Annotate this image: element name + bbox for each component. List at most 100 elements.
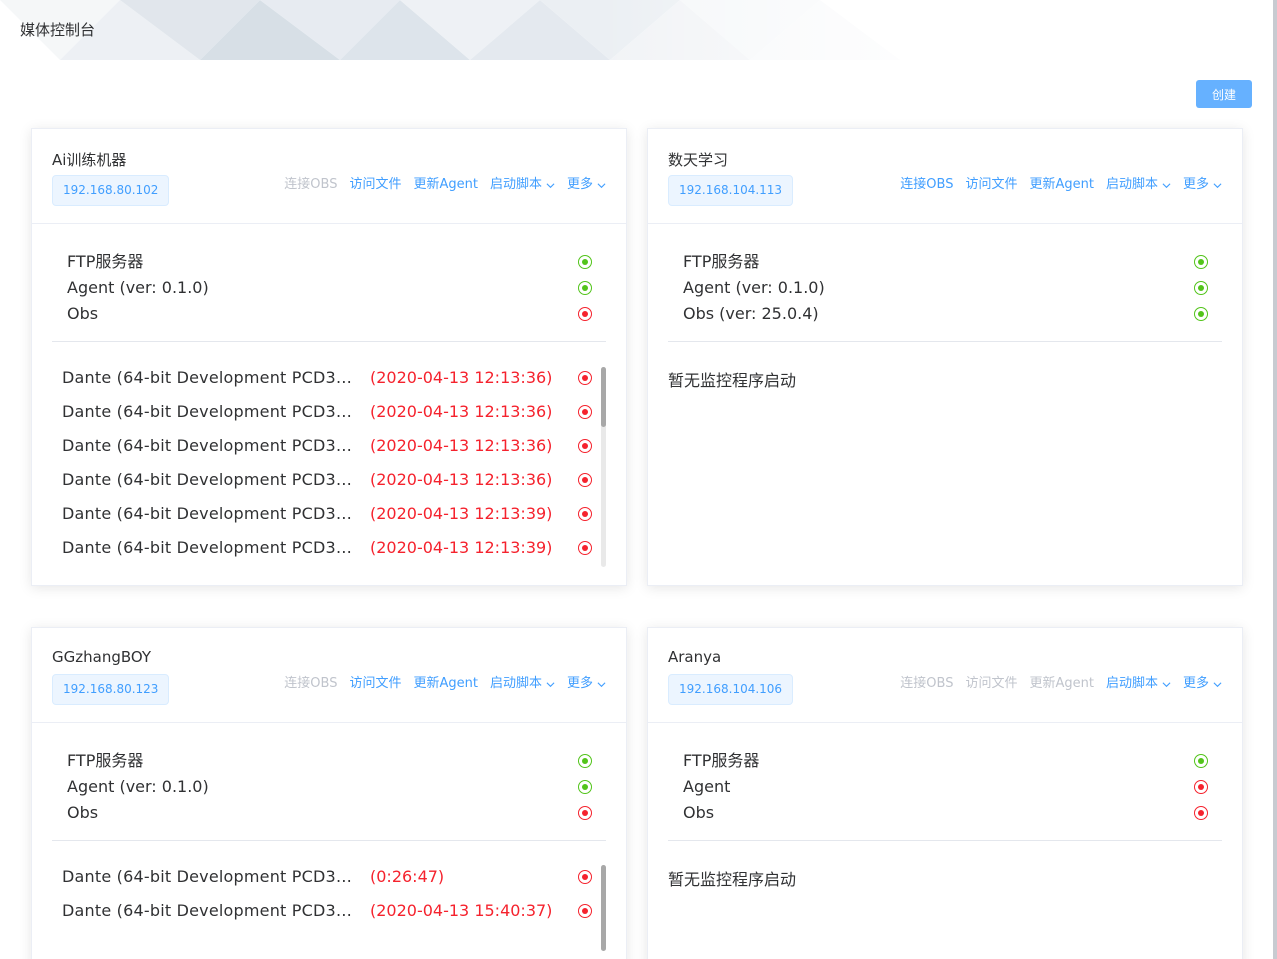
action-label: 更多 bbox=[1182, 676, 1209, 691]
process-time: (2020-04-13 12:13:39) bbox=[370, 538, 553, 557]
service-label: Agent (ver: 0.1.0) bbox=[683, 278, 825, 297]
action-link[interactable]: 访问文件 bbox=[965, 675, 1017, 693]
action-dropdown[interactable]: 启动脚本 bbox=[490, 675, 555, 693]
status-indicator-icon bbox=[578, 754, 592, 768]
process-row: Dante (64-bit Development PCD3D... (2020-… bbox=[62, 894, 596, 928]
scrollbar-thumb[interactable] bbox=[601, 865, 606, 951]
card-header: Ai训练机器 192.168.80.102 连接OBS 访问文件 更新Agent 启动脚本… bbox=[32, 129, 626, 224]
service-status-row: Agent bbox=[683, 774, 1208, 800]
action-link[interactable]: 更新Agent bbox=[1029, 176, 1093, 194]
status-indicator-icon bbox=[1194, 806, 1208, 820]
action-label: 启动脚本 bbox=[489, 177, 542, 192]
ip-tag: 192.168.104.113 bbox=[668, 175, 794, 206]
status-indicator-icon bbox=[578, 870, 592, 884]
status-indicator-icon bbox=[1194, 780, 1208, 794]
machine-card: 数天学习 192.168.104.113 连接OBS 访问文件 更新Agent 启动脚本 更… bbox=[647, 128, 1243, 586]
chevron-down-icon bbox=[1162, 182, 1171, 188]
process-list: Dante (64-bit Development PCD3D... (2020-… bbox=[62, 361, 596, 565]
service-label: Obs bbox=[67, 803, 99, 822]
action-label: 连接OBS bbox=[900, 177, 954, 192]
action-label: 更多 bbox=[566, 177, 593, 192]
action-label: 更新Agent bbox=[1029, 177, 1094, 192]
process-list-scrollbar[interactable] bbox=[601, 367, 606, 567]
action-dropdown[interactable]: 更多 bbox=[567, 675, 606, 693]
machine-card: Aranya 192.168.104.106 连接OBS 访问文件 更新Agent 启动脚… bbox=[647, 627, 1243, 959]
machine-name: 数天学习 bbox=[668, 151, 729, 169]
status-indicator-icon bbox=[1194, 281, 1208, 295]
status-indicator-icon bbox=[578, 904, 592, 918]
status-indicator-icon bbox=[578, 405, 592, 419]
card-actions: 连接OBS 访问文件 更新Agent 启动脚本 更多 bbox=[900, 675, 1222, 693]
service-label: FTP服务器 bbox=[67, 751, 144, 770]
divider bbox=[52, 341, 606, 342]
process-time: (0:26:47) bbox=[370, 867, 445, 886]
machine-name: Ai训练机器 bbox=[52, 151, 127, 169]
action-label: 更多 bbox=[566, 676, 593, 691]
action-link[interactable]: 连接OBS bbox=[284, 176, 337, 194]
action-dropdown[interactable]: 启动脚本 bbox=[1106, 675, 1171, 693]
service-label: FTP服务器 bbox=[683, 252, 760, 271]
action-link[interactable]: 访问文件 bbox=[349, 176, 401, 194]
action-link[interactable]: 连接OBS bbox=[900, 176, 953, 194]
process-row: Dante (64-bit Development PCD3D... (2020-… bbox=[62, 497, 596, 531]
action-link[interactable]: 访问文件 bbox=[965, 176, 1017, 194]
card-header: 数天学习 192.168.104.113 连接OBS 访问文件 更新Agent 启动脚本 更… bbox=[648, 129, 1242, 224]
process-name: Dante (64-bit Development PCD3D... bbox=[62, 538, 352, 557]
process-row: Dante (64-bit Development PCD3D... (2020-… bbox=[62, 395, 596, 429]
process-name: Dante (64-bit Development PCD3D... bbox=[62, 436, 352, 455]
status-indicator-icon bbox=[578, 307, 592, 321]
process-name: Dante (64-bit Development PCD3D... bbox=[62, 402, 352, 421]
action-link[interactable]: 连接OBS bbox=[900, 675, 953, 693]
chevron-down-icon bbox=[597, 681, 606, 687]
machine-card: GGzhangBOY 192.168.80.123 连接OBS 访问文件 更新Agent… bbox=[31, 627, 627, 959]
action-link[interactable]: 连接OBS bbox=[284, 675, 337, 693]
page-scrollbar[interactable] bbox=[1273, 0, 1277, 959]
service-status-row: Agent (ver: 0.1.0) bbox=[67, 275, 592, 301]
service-status-list: FTP服务器 Agent Obs bbox=[683, 748, 1208, 826]
process-name: Dante (64-bit Development PCD3D... bbox=[62, 470, 352, 489]
create-button[interactable]: 创建 bbox=[1196, 80, 1252, 108]
service-status-row: Agent (ver: 0.1.0) bbox=[67, 774, 592, 800]
action-label: 启动脚本 bbox=[1105, 676, 1158, 691]
status-indicator-icon bbox=[1194, 754, 1208, 768]
ip-tag: 192.168.80.102 bbox=[52, 175, 170, 206]
process-row: Dante (64-bit Development PCD3D... (2020-… bbox=[62, 531, 596, 565]
action-link[interactable]: 访问文件 bbox=[349, 675, 401, 693]
process-time: (2020-04-13 12:13:36) bbox=[370, 436, 553, 455]
action-link[interactable]: 更新Agent bbox=[413, 675, 477, 693]
divider bbox=[668, 840, 1222, 841]
chevron-down-icon bbox=[1213, 681, 1222, 687]
action-label: 更新Agent bbox=[413, 676, 478, 691]
action-link[interactable]: 更新Agent bbox=[1029, 675, 1093, 693]
action-label: 连接OBS bbox=[284, 676, 338, 691]
chevron-down-icon bbox=[597, 182, 606, 188]
card-actions: 连接OBS 访问文件 更新Agent 启动脚本 更多 bbox=[284, 176, 606, 194]
page-header: 媒体控制台 bbox=[0, 0, 1277, 60]
status-indicator-icon bbox=[578, 507, 592, 521]
service-status-row: FTP服务器 bbox=[683, 249, 1208, 275]
service-status-row: Obs (ver: 25.0.4) bbox=[683, 301, 1208, 327]
process-time: (2020-04-13 12:13:36) bbox=[370, 402, 553, 421]
empty-process-text: 暂无监控程序启动 bbox=[668, 371, 797, 390]
scrollbar-thumb[interactable] bbox=[601, 367, 606, 427]
page-title: 媒体控制台 bbox=[20, 21, 96, 39]
action-label: 启动脚本 bbox=[489, 676, 542, 691]
service-label: Agent bbox=[683, 777, 731, 796]
action-dropdown[interactable]: 更多 bbox=[567, 176, 606, 194]
status-indicator-icon bbox=[1194, 307, 1208, 321]
action-dropdown[interactable]: 更多 bbox=[1183, 675, 1222, 693]
status-indicator-icon bbox=[578, 255, 592, 269]
action-dropdown[interactable]: 启动脚本 bbox=[490, 176, 555, 194]
process-list-scrollbar[interactable] bbox=[601, 865, 606, 951]
divider bbox=[668, 341, 1222, 342]
action-dropdown[interactable]: 启动脚本 bbox=[1106, 176, 1171, 194]
ip-tag: 192.168.104.106 bbox=[668, 674, 794, 705]
action-dropdown[interactable]: 更多 bbox=[1183, 176, 1222, 194]
action-label: 访问文件 bbox=[349, 177, 402, 192]
action-link[interactable]: 更新Agent bbox=[413, 176, 477, 194]
action-label: 连接OBS bbox=[900, 676, 954, 691]
divider bbox=[52, 840, 606, 841]
chevron-down-icon bbox=[546, 681, 555, 687]
chevron-down-icon bbox=[1162, 681, 1171, 687]
process-name: Dante (64-bit Development PCD3D... bbox=[62, 368, 352, 387]
